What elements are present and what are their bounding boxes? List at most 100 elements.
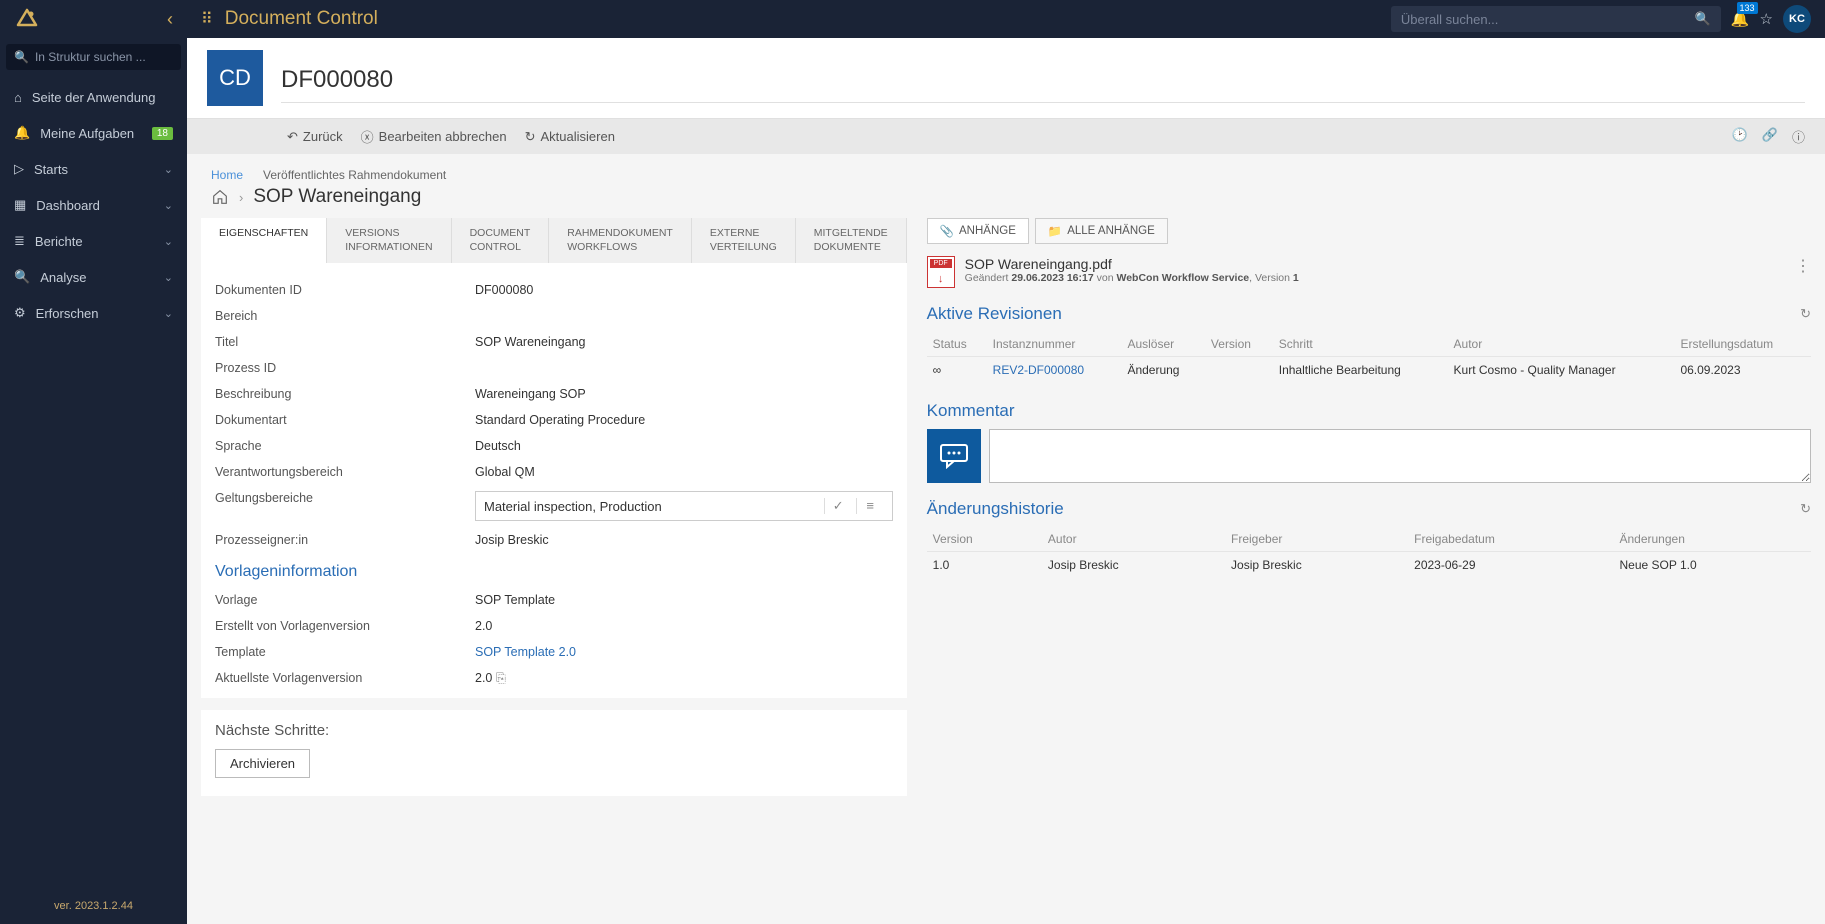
attachment-filename[interactable]: SOP Wareneingang.pdf <box>965 256 1299 272</box>
sidebar-item-analyse[interactable]: 🔍Analyse⌄ <box>0 259 187 295</box>
column-header: Status <box>927 332 987 357</box>
breadcrumb: Home Veröffentlichtes Rahmendokument <box>201 168 1811 182</box>
section-comment: Kommentar <box>927 401 1015 421</box>
pdf-icon[interactable] <box>927 256 955 288</box>
column-header: Freigeber <box>1225 527 1408 552</box>
refresh-history-icon[interactable]: ↻ <box>1800 501 1811 517</box>
history-table: VersionAutorFreigeberFreigabedatumÄnderu… <box>927 527 1811 578</box>
chevron-down-icon: ⌄ <box>164 307 173 320</box>
tab-externe[interactable]: EXTERNEVERTEILUNG <box>692 218 796 263</box>
refresh-revisions-icon[interactable]: ↻ <box>1800 306 1811 322</box>
explore-icon: ⚙ <box>14 305 26 321</box>
field-value[interactable]: SOP Template 2.0 <box>475 645 893 659</box>
back-arrow-icon: ↶ <box>287 129 298 145</box>
sidebar: ‹ 🔍 In Struktur suchen ... ⌂ Seite der An… <box>0 0 187 924</box>
field-value: 2.0 ⎘ <box>475 671 893 686</box>
user-avatar[interactable]: KC <box>1783 5 1811 33</box>
search-icon: 🔍 <box>14 50 29 64</box>
report-icon: ≣ <box>14 233 25 249</box>
field-label: Vorlage <box>215 593 475 607</box>
field-label: Prozesseigner:in <box>215 533 475 547</box>
refresh-button[interactable]: ↻Aktualisieren <box>525 129 615 145</box>
home-icon: ⌂ <box>14 90 22 105</box>
sidebar-item-berichte[interactable]: ≣Berichte⌄ <box>0 223 187 259</box>
next-steps: Nächste Schritte: Archivieren <box>201 710 907 796</box>
attachment-meta: Geändert 29.06.2023 16:17 von WebCon Wor… <box>965 272 1299 284</box>
tab-all-attachments[interactable]: 📁ALLE ANHÄNGE <box>1035 218 1168 244</box>
sidebar-item-label: Analyse <box>40 270 86 285</box>
attachment-menu-icon[interactable]: ⋮ <box>1795 256 1811 288</box>
tab-versions[interactable]: VERSIONSINFORMATIONEN <box>327 218 451 263</box>
column-header: Autor <box>1448 332 1675 357</box>
document-type-badge: CD <box>207 50 263 106</box>
link-icon[interactable]: 🔗 <box>1762 127 1778 146</box>
field-label: Bereich <box>215 309 475 323</box>
sidebar-item-label: Erforschen <box>36 306 99 321</box>
chevron-down-icon: ⌄ <box>164 235 173 248</box>
app-logo-icon <box>14 8 40 30</box>
column-header: Version <box>1205 332 1273 357</box>
confirm-icon[interactable]: ✓ <box>824 498 852 514</box>
paperclip-icon: 📎 <box>940 224 954 238</box>
column-header: Instanznummer <box>987 332 1122 357</box>
section-change-history: Änderungshistorie <box>927 499 1064 519</box>
copy-icon[interactable]: ⎘ <box>496 671 506 685</box>
field-value <box>475 361 893 375</box>
field-label: Sprache <box>215 439 475 453</box>
sidebar-item-erforschen[interactable]: ⚙ Erforschen ⌄ <box>0 295 187 331</box>
badge: 18 <box>152 127 173 140</box>
column-header: Erstellungsdatum <box>1674 332 1811 357</box>
tab-attachments[interactable]: 📎ANHÄNGE <box>927 218 1029 244</box>
sidebar-item-dashboard[interactable]: ▦Dashboard⌄ <box>0 187 187 223</box>
tab-mitgeltende[interactable]: MITGELTENDEDOKUMENTE <box>796 218 907 263</box>
play-icon: ▷ <box>14 161 24 177</box>
field-label: Beschreibung <box>215 387 475 401</box>
list-icon[interactable]: ≡ <box>856 498 884 514</box>
back-button[interactable]: ↶Zurück <box>287 129 343 145</box>
document-header: CD DF000080 <box>187 38 1825 119</box>
tab-document[interactable]: DOCUMENTCONTROL <box>452 218 550 263</box>
apps-grid-icon[interactable]: ⠿ <box>201 9 213 29</box>
sidebar-item-label: Seite der Anwendung <box>32 90 156 105</box>
attachment-row: SOP Wareneingang.pdf Geändert 29.06.2023… <box>927 256 1811 288</box>
tab-rahmendokument[interactable]: RAHMENDOKUMENTWORKFLOWS <box>549 218 692 263</box>
field-label: Dokumenten ID <box>215 283 475 297</box>
field-value: 2.0 <box>475 619 893 633</box>
sidebar-search-input[interactable]: 🔍 In Struktur suchen ... <box>6 44 181 70</box>
field-label: Erstellt von Vorlagenversion <box>215 619 475 633</box>
info-icon[interactable]: ⓘ <box>1792 127 1805 146</box>
breadcrumb-home[interactable]: Home <box>211 168 243 182</box>
breadcrumb-chevron-icon: › <box>239 190 243 205</box>
archive-button[interactable]: Archivieren <box>215 749 310 778</box>
sidebar-item-seite-der-anwendung[interactable]: ⌂ Seite der Anwendung <box>0 80 187 115</box>
cancel-edit-button[interactable]: ⓧBearbeiten abbrechen <box>361 127 507 146</box>
column-header: Freigabedatum <box>1408 527 1613 552</box>
sidebar-item-starts[interactable]: ▷Starts⌄ <box>0 151 187 187</box>
scopes-multiselect[interactable]: Material inspection, Production ✓ ≡ <box>475 491 893 521</box>
sidebar-item-label: Dashboard <box>36 198 100 213</box>
history-icon[interactable]: 🕑 <box>1732 127 1748 146</box>
notifications-icon[interactable]: 🔔133 <box>1731 10 1750 28</box>
column-header: Schritt <box>1273 332 1448 357</box>
column-header: Auslöser <box>1121 332 1204 357</box>
close-circle-icon: ⓧ <box>361 127 374 146</box>
comment-textarea[interactable] <box>989 429 1811 483</box>
property-tabs: EIGENSCHAFTENVERSIONSINFORMATIONENDOCUME… <box>201 218 907 263</box>
table-row[interactable]: 1.0Josip BreskicJosip Breskic2023-06-29N… <box>927 552 1811 579</box>
breadcrumb-path: Veröffentlichtes Rahmendokument <box>263 168 446 182</box>
app-title: Document Control <box>225 8 378 30</box>
global-search-input[interactable]: Überall suchen... 🔍 <box>1391 6 1721 32</box>
home-icon[interactable] <box>211 188 229 206</box>
tab-eigenschaften[interactable]: EIGENSCHAFTEN <box>201 218 327 263</box>
field-label: Dokumentart <box>215 413 475 427</box>
sidebar-item-meine-aufgaben[interactable]: 🔔Meine Aufgaben18 <box>0 115 187 151</box>
collapse-sidebar-icon[interactable]: ‹ <box>167 9 173 30</box>
comment-icon <box>927 429 981 483</box>
field-label: Titel <box>215 335 475 349</box>
table-row[interactable]: ∞REV2-DF000080ÄnderungInhaltliche Bearbe… <box>927 357 1811 384</box>
column-header: Version <box>927 527 1042 552</box>
favorite-star-icon[interactable]: ☆ <box>1760 10 1773 28</box>
field-label: Template <box>215 645 475 659</box>
document-id-title: DF000080 <box>281 66 1805 94</box>
field-value: DF000080 <box>475 283 893 297</box>
